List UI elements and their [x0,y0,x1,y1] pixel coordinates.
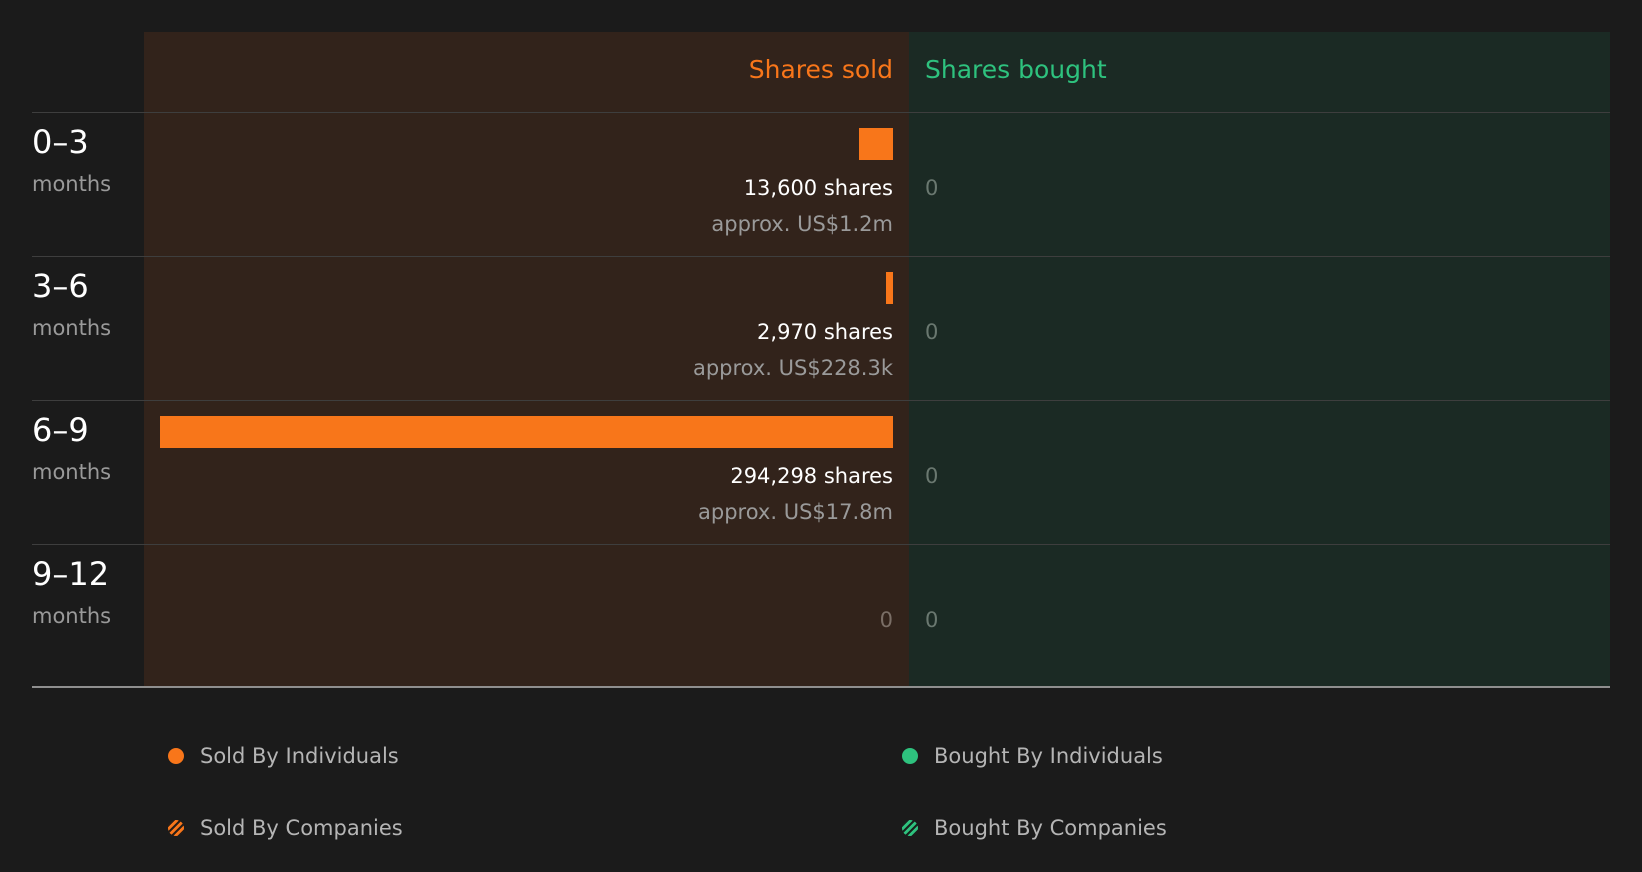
shares-bought-header: Shares bought [925,55,1107,84]
legend-label: Sold By Companies [200,816,403,840]
period-label: 6–9 [32,411,89,449]
sold-shares-label: 2,970 shares [757,320,893,344]
period-row: 3–6 months 2,970 shares approx. US$228.3… [0,256,1642,400]
period-row: 0–3 months 13,600 shares approx. US$1.2m… [0,112,1642,256]
bought-shares-label: 0 [925,320,939,344]
sold-shares-label: 0 [879,608,893,632]
period-label: 3–6 [32,267,89,305]
legend-label: Bought By Companies [934,816,1167,840]
orange-dot-icon [168,748,184,764]
period-row: 6–9 months 294,298 shares approx. US$17.… [0,400,1642,544]
period-unit: months [32,172,112,196]
striped-green-dot-icon [902,820,918,836]
bought-shares-label: 0 [925,176,939,200]
sold-value-label: approx. US$1.2m [711,212,893,236]
striped-orange-dot-icon [168,820,184,836]
period-row: 9–12 months 0 0 [0,544,1642,688]
sold-shares-label: 294,298 shares [730,464,893,488]
sold-value-label: approx. US$228.3k [692,356,893,380]
sold-shares-label: 13,600 shares [743,176,893,200]
bought-shares-label: 0 [925,464,939,488]
period-label: 9–12 [32,555,110,593]
period-unit: months [32,460,112,484]
sold-value-label: approx. US$17.8m [698,500,893,524]
sold-bar [885,272,893,304]
shares-sold-header: Shares sold [748,55,893,84]
sold-bar [160,416,893,448]
period-label: 0–3 [32,123,89,161]
sold-bar [859,128,893,160]
period-unit: months [32,604,112,628]
period-unit: months [32,316,112,340]
green-dot-icon [902,748,918,764]
legend-label: Bought By Individuals [934,744,1163,768]
legend-label: Sold By Individuals [200,744,399,768]
bought-shares-label: 0 [925,608,939,632]
